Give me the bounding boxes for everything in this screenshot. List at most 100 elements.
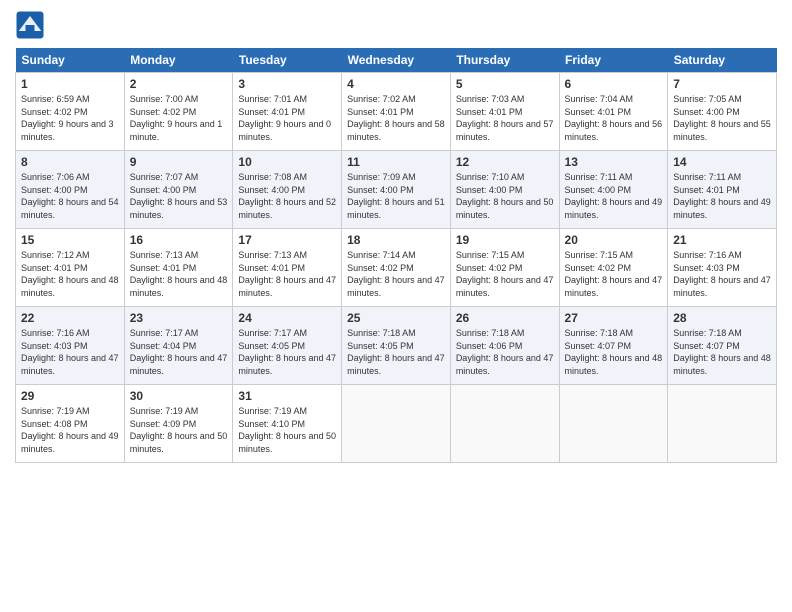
day-number: 8 (21, 155, 119, 169)
calendar-cell: 23 Sunrise: 7:17 AMSunset: 4:04 PMDayligh… (124, 307, 233, 385)
calendar-cell: 26 Sunrise: 7:18 AMSunset: 4:06 PMDayligh… (450, 307, 559, 385)
day-info: Sunrise: 7:04 AMSunset: 4:01 PMDaylight:… (565, 93, 663, 143)
calendar-cell: 15 Sunrise: 7:12 AMSunset: 4:01 PMDayligh… (16, 229, 125, 307)
day-number: 9 (130, 155, 228, 169)
weekday-header-wednesday: Wednesday (342, 48, 451, 73)
logo-icon (15, 10, 45, 40)
day-number: 27 (565, 311, 663, 325)
day-info: Sunrise: 7:16 AMSunset: 4:03 PMDaylight:… (21, 327, 119, 377)
calendar-cell (668, 385, 777, 463)
day-info: Sunrise: 7:01 AMSunset: 4:01 PMDaylight:… (238, 93, 336, 143)
calendar-cell: 25 Sunrise: 7:18 AMSunset: 4:05 PMDayligh… (342, 307, 451, 385)
calendar-cell: 5 Sunrise: 7:03 AMSunset: 4:01 PMDaylight… (450, 73, 559, 151)
calendar-cell: 13 Sunrise: 7:11 AMSunset: 4:00 PMDayligh… (559, 151, 668, 229)
weekday-header-sunday: Sunday (16, 48, 125, 73)
calendar-cell: 19 Sunrise: 7:15 AMSunset: 4:02 PMDayligh… (450, 229, 559, 307)
calendar-cell: 9 Sunrise: 7:07 AMSunset: 4:00 PMDaylight… (124, 151, 233, 229)
calendar-cell: 21 Sunrise: 7:16 AMSunset: 4:03 PMDayligh… (668, 229, 777, 307)
day-info: Sunrise: 7:18 AMSunset: 4:05 PMDaylight:… (347, 327, 445, 377)
calendar-cell: 4Sunrise: 7:02 AMSunset: 4:01 PMDaylight… (342, 73, 451, 151)
day-info: Sunrise: 7:03 AMSunset: 4:01 PMDaylight:… (456, 93, 554, 143)
weekday-header-tuesday: Tuesday (233, 48, 342, 73)
day-number: 22 (21, 311, 119, 325)
calendar-container: SundayMondayTuesdayWednesdayThursdayFrid… (0, 0, 792, 612)
day-info: Sunrise: 7:07 AMSunset: 4:00 PMDaylight:… (130, 171, 228, 221)
calendar-cell: 10 Sunrise: 7:08 AMSunset: 4:00 PMDayligh… (233, 151, 342, 229)
day-number: 26 (456, 311, 554, 325)
day-number: 16 (130, 233, 228, 247)
day-number: 21 (673, 233, 771, 247)
day-number: 4 (347, 77, 445, 91)
day-number: 11 (347, 155, 445, 169)
day-number: 7 (673, 77, 771, 91)
day-number: 17 (238, 233, 336, 247)
calendar-week-1: 1 Sunrise: 6:59 AMSunset: 4:02 PMDaylight… (16, 73, 777, 151)
calendar-week-4: 22 Sunrise: 7:16 AMSunset: 4:03 PMDayligh… (16, 307, 777, 385)
day-info: Sunrise: 7:18 AMSunset: 4:07 PMDaylight:… (565, 327, 663, 377)
weekday-header-saturday: Saturday (668, 48, 777, 73)
calendar-table: SundayMondayTuesdayWednesdayThursdayFrid… (15, 48, 777, 463)
day-info: Sunrise: 7:16 AMSunset: 4:03 PMDaylight:… (673, 249, 771, 299)
calendar-cell: 27 Sunrise: 7:18 AMSunset: 4:07 PMDayligh… (559, 307, 668, 385)
calendar-cell: 18Sunrise: 7:14 AMSunset: 4:02 PMDayligh… (342, 229, 451, 307)
day-info: Sunrise: 7:15 AMSunset: 4:02 PMDaylight:… (565, 249, 663, 299)
logo (15, 10, 49, 40)
calendar-week-3: 15 Sunrise: 7:12 AMSunset: 4:01 PMDayligh… (16, 229, 777, 307)
calendar-cell: 31 Sunrise: 7:19 AMSunset: 4:10 PMDayligh… (233, 385, 342, 463)
weekday-header-monday: Monday (124, 48, 233, 73)
day-info: Sunrise: 7:17 AMSunset: 4:04 PMDaylight:… (130, 327, 228, 377)
calendar-cell: 24 Sunrise: 7:17 AMSunset: 4:05 PMDayligh… (233, 307, 342, 385)
weekday-header-row: SundayMondayTuesdayWednesdayThursdayFrid… (16, 48, 777, 73)
calendar-week-2: 8 Sunrise: 7:06 AMSunset: 4:00 PMDaylight… (16, 151, 777, 229)
calendar-cell: 7 Sunrise: 7:05 AMSunset: 4:00 PMDaylight… (668, 73, 777, 151)
day-number: 12 (456, 155, 554, 169)
calendar-cell: 12Sunrise: 7:10 AMSunset: 4:00 PMDayligh… (450, 151, 559, 229)
day-info: Sunrise: 7:19 AMSunset: 4:10 PMDaylight:… (238, 405, 336, 455)
day-info: Sunrise: 7:00 AMSunset: 4:02 PMDaylight:… (130, 93, 228, 143)
header (15, 10, 777, 40)
day-number: 15 (21, 233, 119, 247)
day-info: Sunrise: 7:11 AMSunset: 4:00 PMDaylight:… (565, 171, 663, 221)
day-info: Sunrise: 7:05 AMSunset: 4:00 PMDaylight:… (673, 93, 771, 143)
day-info: Sunrise: 7:06 AMSunset: 4:00 PMDaylight:… (21, 171, 119, 221)
day-number: 19 (456, 233, 554, 247)
day-number: 1 (21, 77, 119, 91)
day-number: 24 (238, 311, 336, 325)
calendar-cell: 22 Sunrise: 7:16 AMSunset: 4:03 PMDayligh… (16, 307, 125, 385)
day-number: 31 (238, 389, 336, 403)
day-number: 23 (130, 311, 228, 325)
day-info: Sunrise: 7:09 AMSunset: 4:00 PMDaylight:… (347, 171, 445, 221)
day-info: Sunrise: 7:08 AMSunset: 4:00 PMDaylight:… (238, 171, 336, 221)
day-info: Sunrise: 7:15 AMSunset: 4:02 PMDaylight:… (456, 249, 554, 299)
day-number: 10 (238, 155, 336, 169)
calendar-cell: 20Sunrise: 7:15 AMSunset: 4:02 PMDayligh… (559, 229, 668, 307)
calendar-cell (342, 385, 451, 463)
day-number: 13 (565, 155, 663, 169)
day-info: Sunrise: 7:12 AMSunset: 4:01 PMDaylight:… (21, 249, 119, 299)
calendar-week-5: 29Sunrise: 7:19 AMSunset: 4:08 PMDayligh… (16, 385, 777, 463)
weekday-header-friday: Friday (559, 48, 668, 73)
day-info: Sunrise: 7:19 AMSunset: 4:09 PMDaylight:… (130, 405, 228, 455)
calendar-cell: 2 Sunrise: 7:00 AMSunset: 4:02 PMDaylight… (124, 73, 233, 151)
day-info: Sunrise: 7:19 AMSunset: 4:08 PMDaylight:… (21, 405, 119, 455)
calendar-cell (559, 385, 668, 463)
calendar-body: 1 Sunrise: 6:59 AMSunset: 4:02 PMDaylight… (16, 73, 777, 463)
day-number: 5 (456, 77, 554, 91)
calendar-cell: 14Sunrise: 7:11 AMSunset: 4:01 PMDayligh… (668, 151, 777, 229)
day-info: Sunrise: 7:18 AMSunset: 4:06 PMDaylight:… (456, 327, 554, 377)
calendar-cell (450, 385, 559, 463)
day-info: Sunrise: 7:17 AMSunset: 4:05 PMDaylight:… (238, 327, 336, 377)
day-number: 3 (238, 77, 336, 91)
calendar-cell: 3 Sunrise: 7:01 AMSunset: 4:01 PMDaylight… (233, 73, 342, 151)
day-number: 2 (130, 77, 228, 91)
calendar-cell: 30 Sunrise: 7:19 AMSunset: 4:09 PMDayligh… (124, 385, 233, 463)
day-info: Sunrise: 7:14 AMSunset: 4:02 PMDaylight:… (347, 249, 445, 299)
day-number: 6 (565, 77, 663, 91)
calendar-cell: 28Sunrise: 7:18 AMSunset: 4:07 PMDayligh… (668, 307, 777, 385)
day-number: 25 (347, 311, 445, 325)
weekday-header-thursday: Thursday (450, 48, 559, 73)
calendar-cell: 16Sunrise: 7:13 AMSunset: 4:01 PMDayligh… (124, 229, 233, 307)
day-info: Sunrise: 6:59 AMSunset: 4:02 PMDaylight:… (21, 93, 119, 143)
day-info: Sunrise: 7:11 AMSunset: 4:01 PMDaylight:… (673, 171, 771, 221)
day-number: 30 (130, 389, 228, 403)
